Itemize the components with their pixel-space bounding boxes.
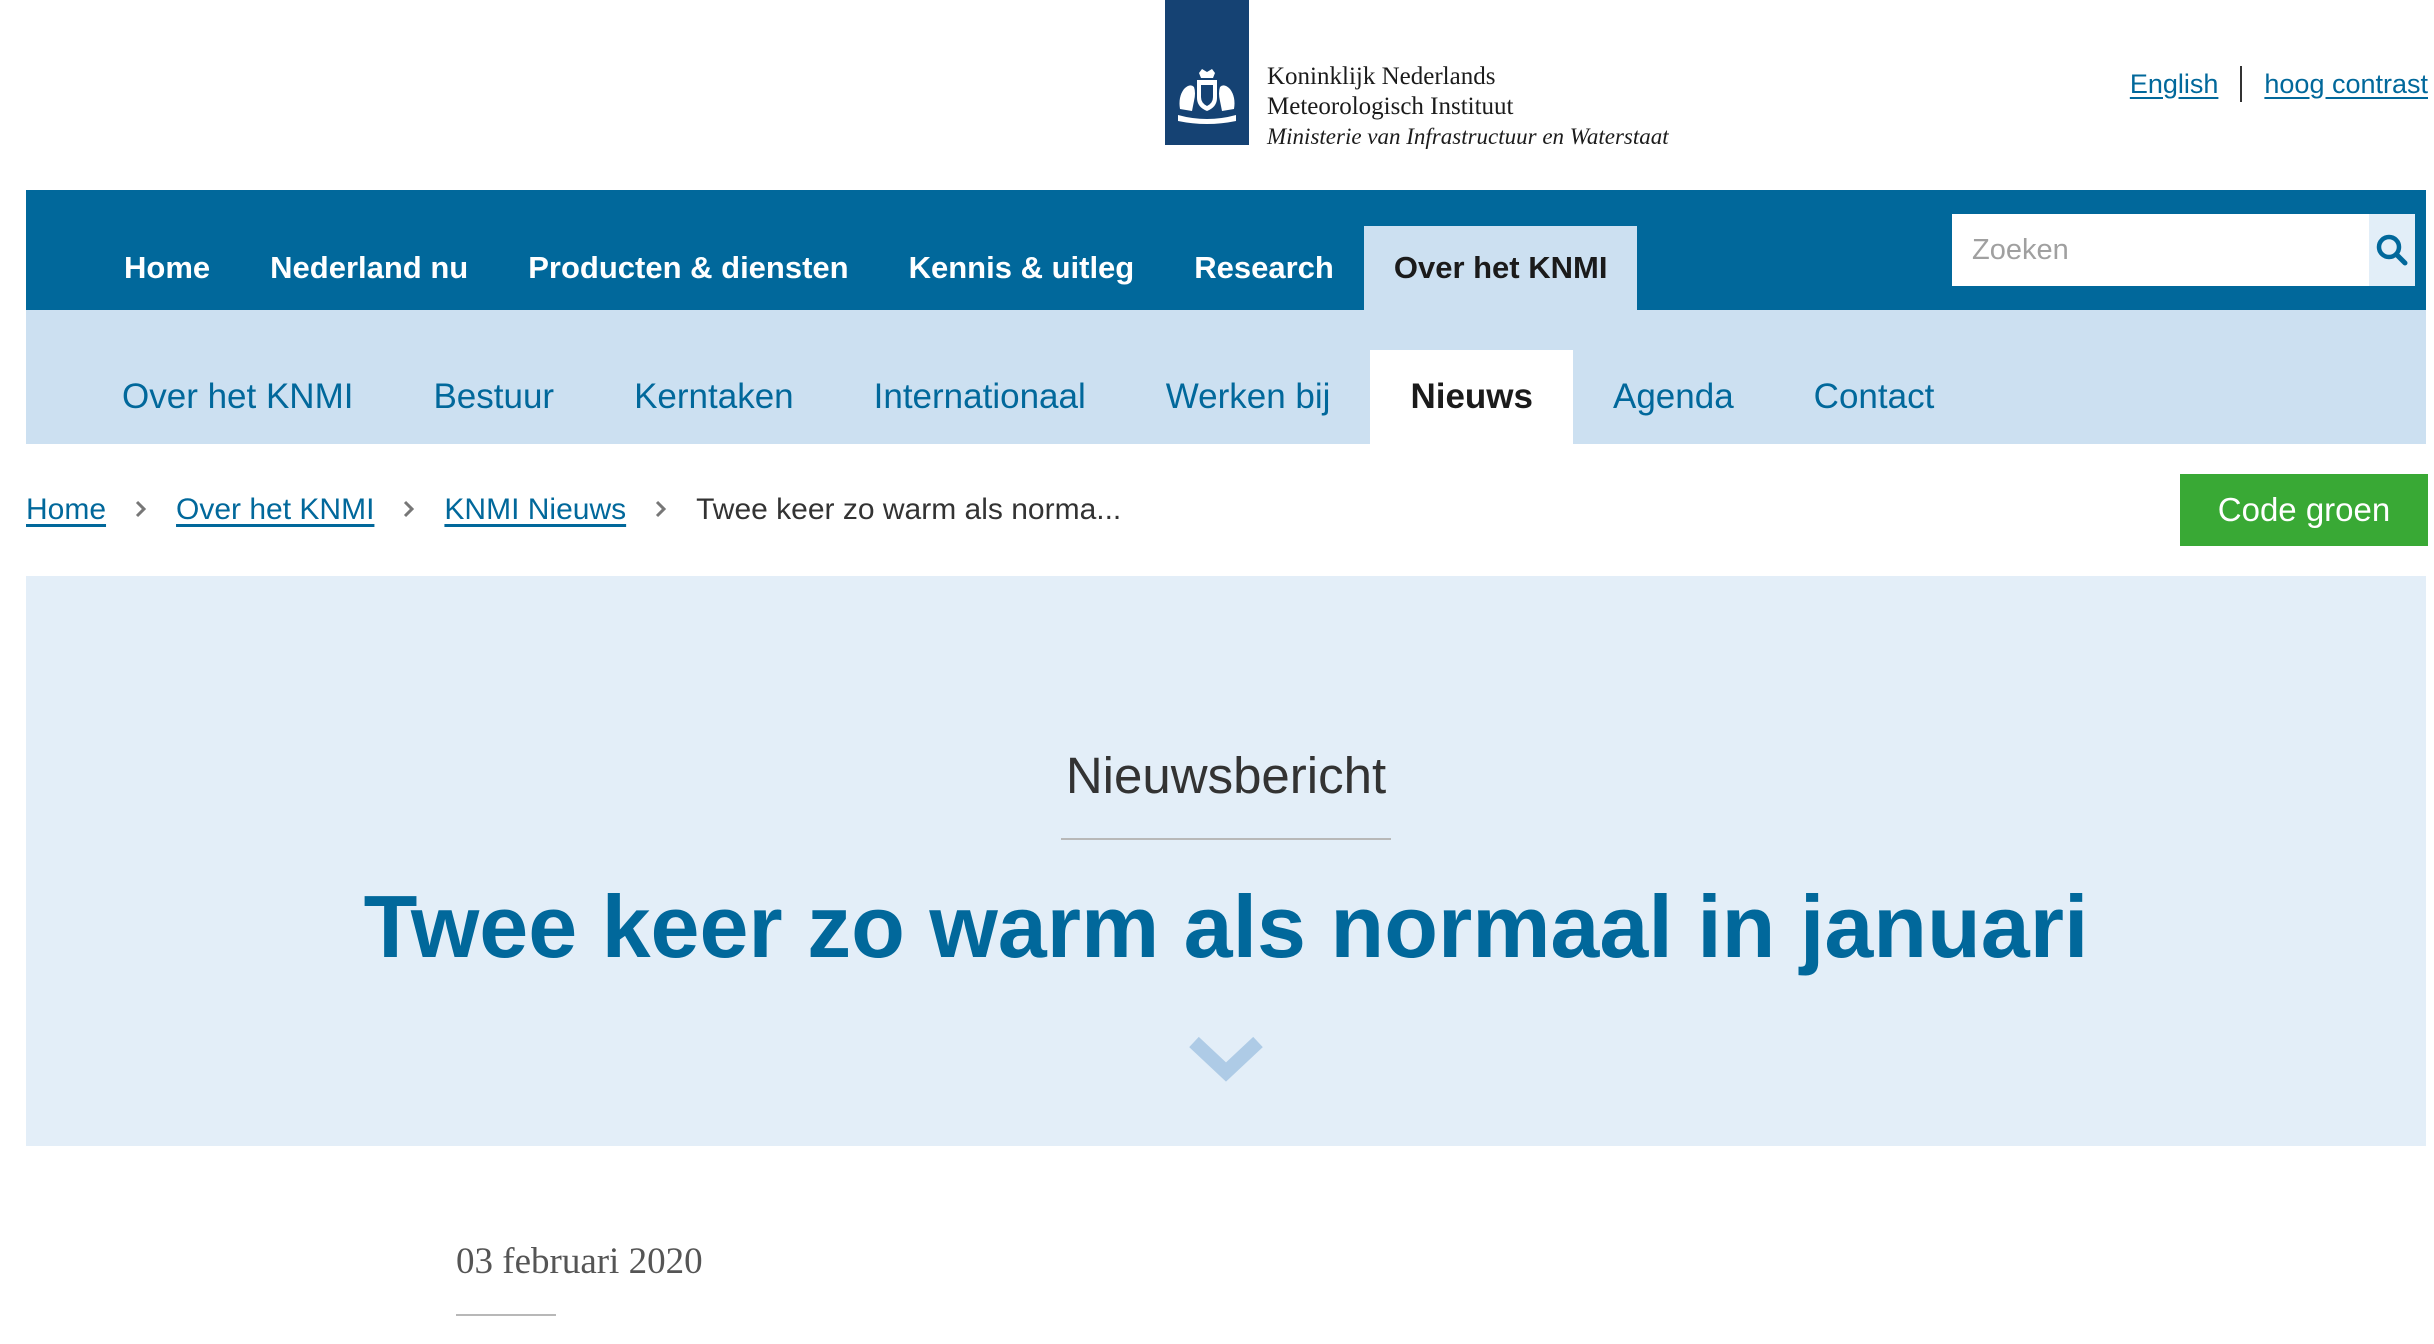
search-icon xyxy=(2376,234,2408,266)
chevron-right-icon xyxy=(402,493,416,527)
breadcrumb: Home Over het KNMI KNMI Nieuws Twee keer… xyxy=(26,482,1121,538)
primary-nav-producten-diensten[interactable]: Producten & diensten xyxy=(498,226,878,310)
secondary-nav-bestuur[interactable]: Bestuur xyxy=(393,350,594,444)
date-divider xyxy=(456,1314,556,1316)
hero-divider xyxy=(1061,838,1391,840)
primary-nav-nederland-nu[interactable]: Nederland nu xyxy=(240,226,498,310)
breadcrumb-knmi-nieuws[interactable]: KNMI Nieuws xyxy=(444,493,626,527)
secondary-nav-nieuws[interactable]: Nieuws xyxy=(1370,350,1573,444)
secondary-nav-contact[interactable]: Contact xyxy=(1774,350,1975,444)
breadcrumb-over-het-knmi[interactable]: Over het KNMI xyxy=(176,493,374,527)
article-type-label: Nieuwsbericht xyxy=(1065,747,1387,804)
utility-divider xyxy=(2240,66,2243,102)
scroll-down-button[interactable] xyxy=(1186,1034,1266,1087)
primary-nav-over-het-knmi[interactable]: Over het KNMI xyxy=(1363,226,1638,310)
article-date: 03 februari 2020 xyxy=(456,1241,703,1282)
site-logo[interactable]: Koninklijk Nederlands Meteorologisch Ins… xyxy=(1165,0,1669,152)
primary-menu: Home Nederland nu Producten & diensten K… xyxy=(94,226,1638,310)
secondary-nav-internationaal[interactable]: Internationaal xyxy=(834,350,1126,444)
secondary-nav-kerntaken[interactable]: Kerntaken xyxy=(594,350,834,444)
secondary-menu: Over het KNMI Bestuur Kerntaken Internat… xyxy=(82,350,1974,444)
coat-of-arms-icon xyxy=(1178,69,1236,124)
logo-text: Koninklijk Nederlands Meteorologisch Ins… xyxy=(1267,62,1669,152)
logo-line-institute: Koninklijk Nederlands xyxy=(1267,63,1496,90)
english-link[interactable]: English xyxy=(2130,69,2219,100)
breadcrumb-current: Twee keer zo warm als norma... xyxy=(696,493,1122,526)
search-form xyxy=(1952,214,2415,286)
article-hero: Nieuwsbericht Twee keer zo warm als norm… xyxy=(26,576,2426,1146)
secondary-nav-over-het-knmi[interactable]: Over het KNMI xyxy=(82,350,393,444)
primary-nav-research[interactable]: Research xyxy=(1164,226,1364,310)
chevron-right-icon xyxy=(134,493,148,527)
primary-navigation: Home Nederland nu Producten & diensten K… xyxy=(26,190,2426,310)
utility-links: English hoog contrast xyxy=(2130,66,2428,102)
primary-nav-home[interactable]: Home xyxy=(94,226,240,310)
secondary-nav-werken-bij[interactable]: Werken bij xyxy=(1126,350,1371,444)
weather-code-button[interactable]: Code groen xyxy=(2180,474,2428,546)
logo-emblem xyxy=(1165,0,1249,145)
secondary-nav-agenda[interactable]: Agenda xyxy=(1573,350,1774,444)
search-button[interactable] xyxy=(2369,214,2415,286)
primary-nav-kennis-uitleg[interactable]: Kennis & uitleg xyxy=(879,226,1165,310)
logo-line-ministry: Ministerie van Infrastructuur en Waterst… xyxy=(1267,124,1669,149)
article-title: Twee keer zo warm als normaal in januari xyxy=(363,877,2089,976)
logo-line-meteorologisch: Meteorologisch Instituut xyxy=(1267,93,1514,120)
site-header: Koninklijk Nederlands Meteorologisch Ins… xyxy=(0,0,2434,190)
secondary-navigation: Over het KNMI Bestuur Kerntaken Internat… xyxy=(26,310,2426,444)
breadcrumb-home[interactable]: Home xyxy=(26,493,106,527)
high-contrast-link[interactable]: hoog contrast xyxy=(2264,69,2428,100)
chevron-right-icon xyxy=(654,493,668,527)
search-input[interactable] xyxy=(1952,214,2369,286)
chevron-down-icon xyxy=(1189,1036,1263,1082)
